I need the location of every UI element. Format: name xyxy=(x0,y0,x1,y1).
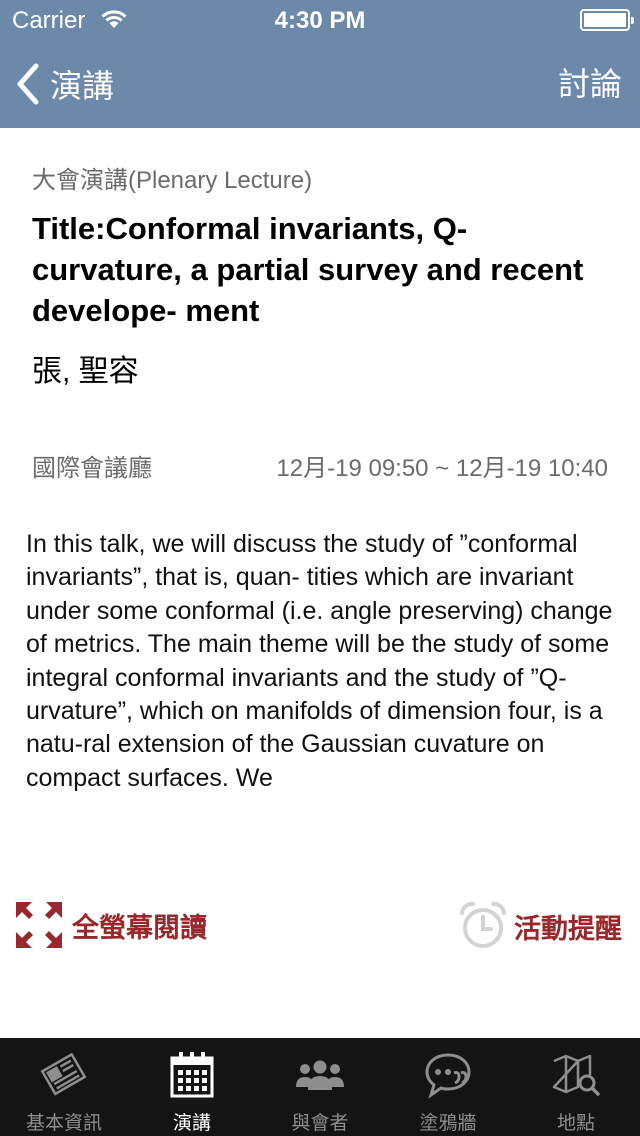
map-search-icon xyxy=(550,1050,602,1100)
event-reminder-button[interactable]: 活動提醒 xyxy=(458,900,622,952)
status-bar: Carrier 4:30 PM xyxy=(0,0,640,40)
tab-basic-info[interactable]: 基本資訊 xyxy=(0,1038,128,1136)
alarm-clock-icon xyxy=(460,901,506,948)
discussion-button[interactable]: 討論 xyxy=(558,62,622,106)
tab-location-label: 地點 xyxy=(556,1113,595,1134)
people-icon xyxy=(294,1050,346,1100)
talk-time-range: 12月-19 09:50 ~ 12月-19 10:40 xyxy=(276,455,608,482)
calendar-icon xyxy=(168,1050,216,1100)
tab-graffiti-wall-label: 塗鴉牆 xyxy=(419,1113,477,1134)
talk-title: Title:Conformal invariants, Q-curvature,… xyxy=(32,211,584,328)
back-button[interactable]: 演講 xyxy=(14,62,114,106)
newspaper-icon xyxy=(39,1050,89,1100)
tab-participants[interactable]: 與會者 xyxy=(256,1038,384,1136)
battery-icon xyxy=(580,9,634,31)
tab-bar: 基本資訊 演講 與會者 塗鴉牆 地點 xyxy=(0,1038,640,1136)
tab-participants-label: 與會者 xyxy=(291,1113,349,1134)
tab-location[interactable]: 地點 xyxy=(512,1038,640,1136)
top-bar: Carrier 4:30 PM 演講 討論 xyxy=(0,0,640,128)
chat-bubble-icon xyxy=(423,1050,473,1100)
tab-basic-info-label: 基本資訊 xyxy=(25,1113,102,1134)
fullscreen-read-button[interactable]: 全螢幕閱讀 xyxy=(14,900,207,950)
fullscreen-read-label: 全螢幕閱讀 xyxy=(72,912,207,943)
chevron-left-icon xyxy=(17,63,39,105)
tab-lectures-label: 演講 xyxy=(172,1113,211,1134)
talk-abstract: In this talk, we will discuss the study … xyxy=(26,530,613,792)
tab-lectures[interactable]: 演講 xyxy=(128,1038,256,1136)
tab-graffiti-wall[interactable]: 塗鴉牆 xyxy=(384,1038,512,1136)
talk-category: 大會演講(Plenary Lecture) xyxy=(32,167,313,194)
status-time: 4:30 PM xyxy=(274,7,366,34)
talk-speaker: 張, 聖容 xyxy=(32,355,139,388)
event-reminder-label: 活動提醒 xyxy=(514,913,622,944)
talk-venue: 國際會議廳 xyxy=(32,455,152,482)
back-button-label: 演講 xyxy=(50,68,115,104)
navigation-bar: 演講 討論 xyxy=(0,40,640,128)
expand-arrows-icon xyxy=(16,902,62,948)
